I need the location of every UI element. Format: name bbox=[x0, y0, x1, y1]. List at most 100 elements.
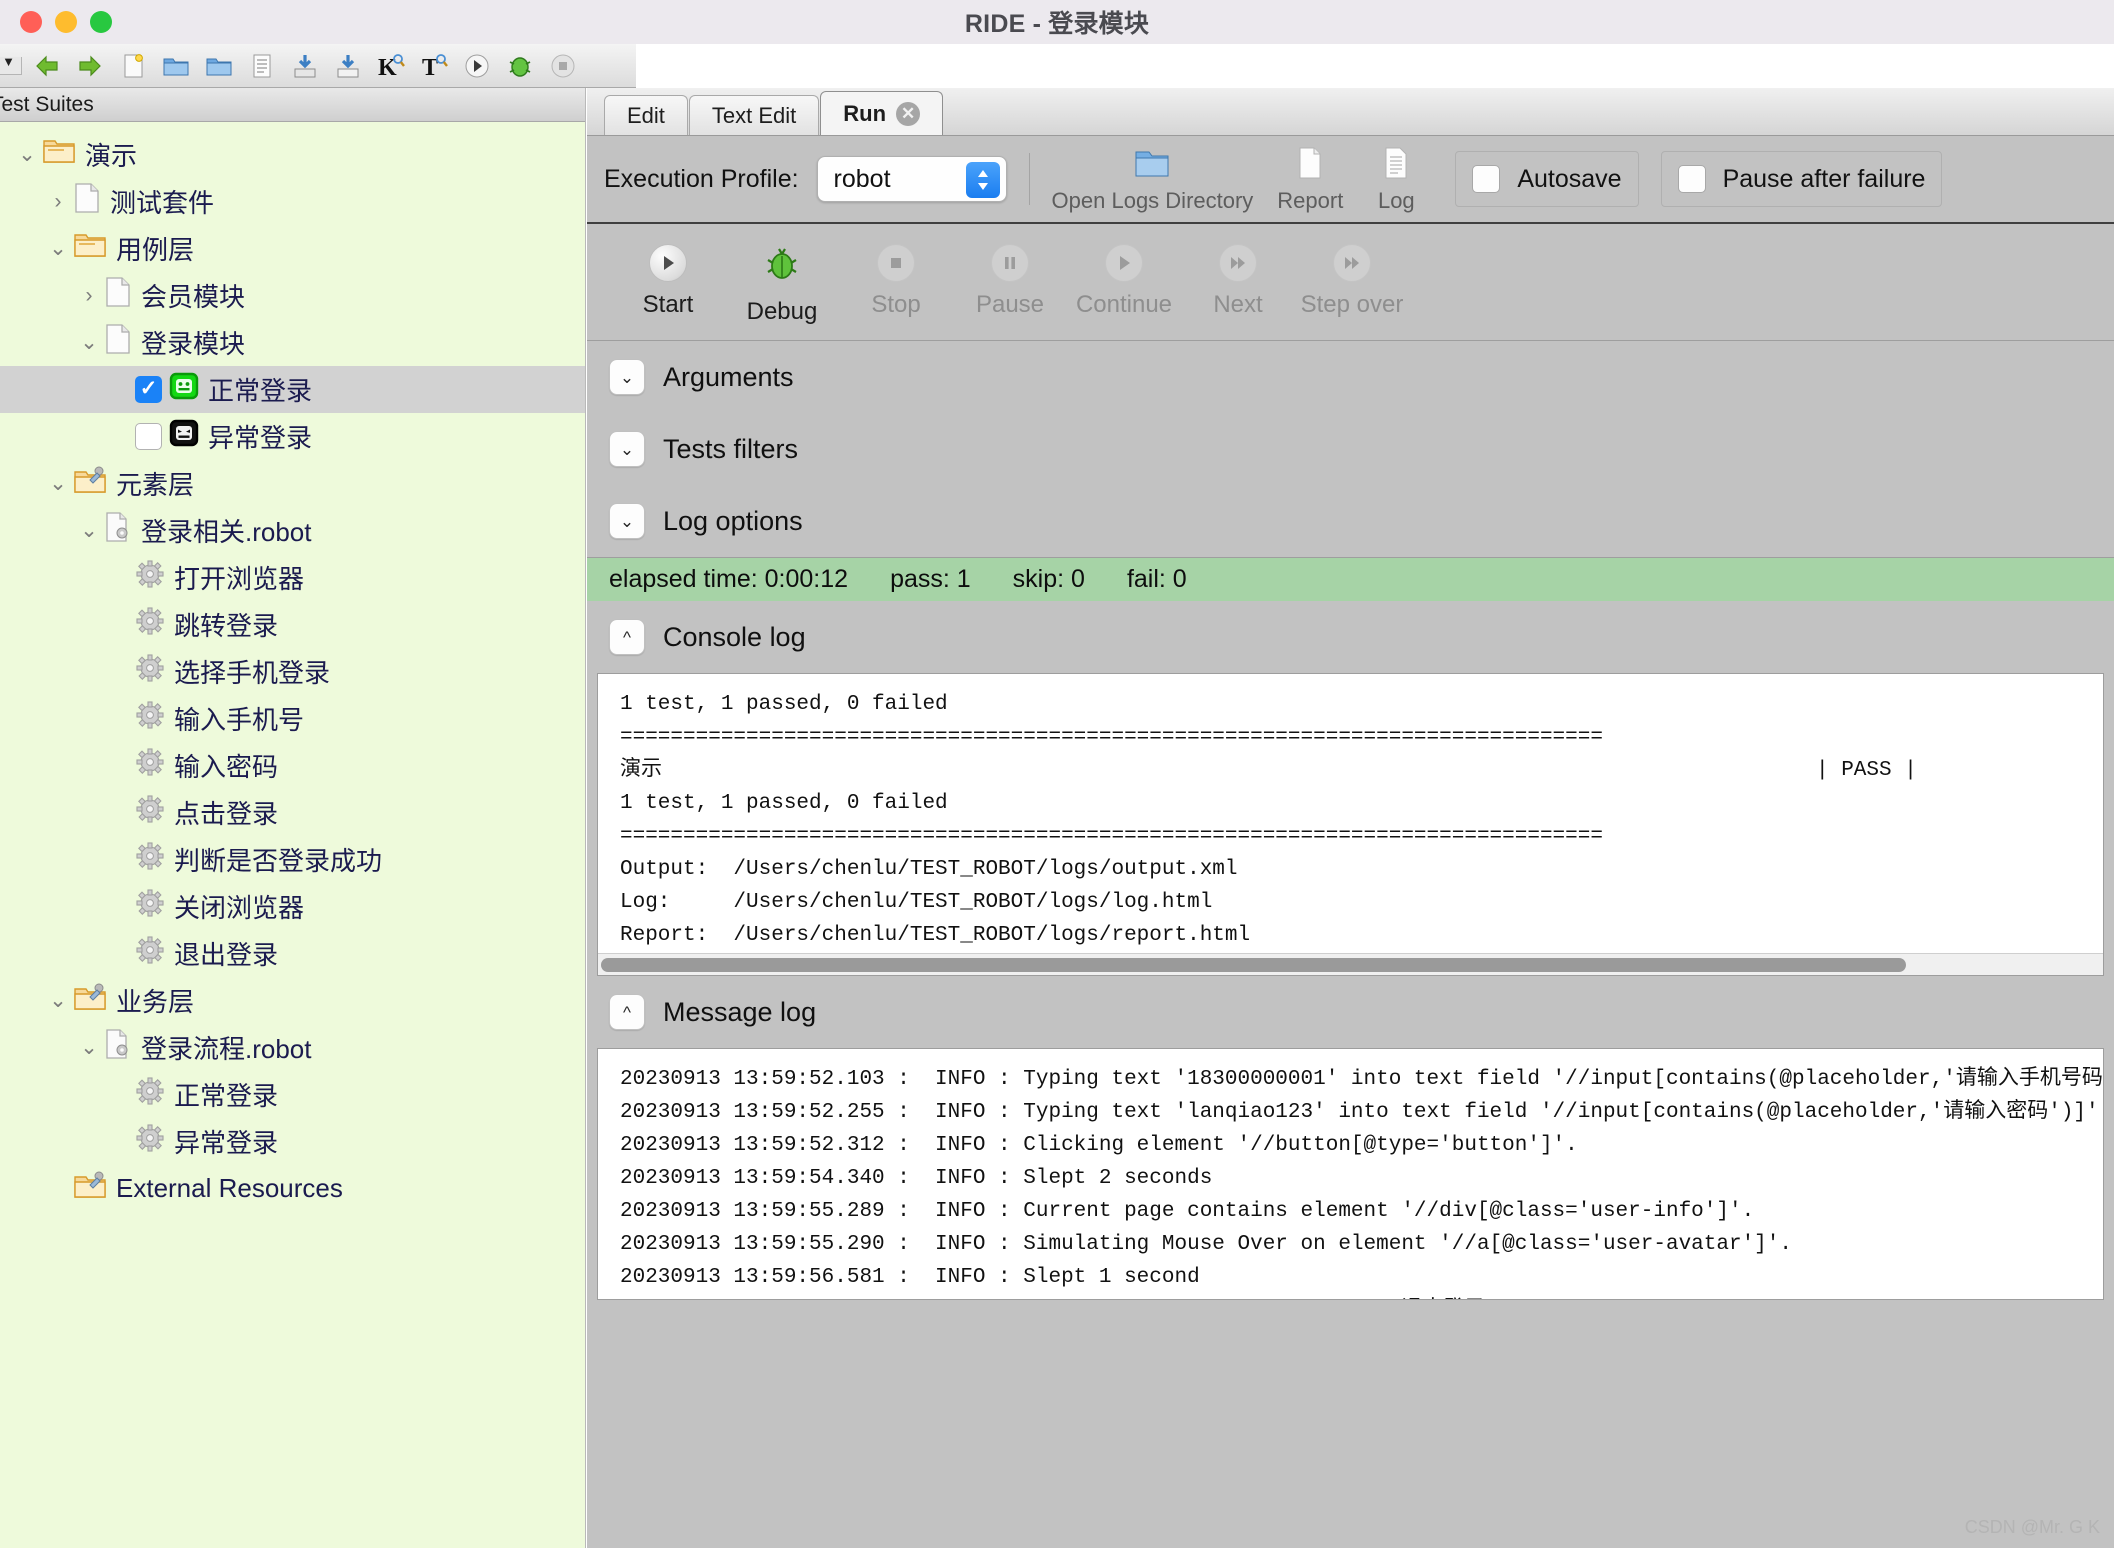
tree-node[interactable]: ·异常登录 bbox=[0, 1118, 585, 1165]
start-button[interactable]: Start bbox=[613, 244, 723, 319]
scrollbar-thumb[interactable] bbox=[601, 958, 1906, 972]
tree-node[interactable]: ·点击登录 bbox=[0, 789, 585, 836]
tree-node[interactable]: ·跳转登录 bbox=[0, 601, 585, 648]
message-log-box[interactable]: 20230913 13:59:52.103 : INFO : Typing te… bbox=[597, 1048, 2104, 1300]
document-icon[interactable] bbox=[247, 51, 277, 81]
search-keyword-icon[interactable]: K bbox=[376, 51, 406, 81]
tree-node[interactable]: ›测试套件 bbox=[0, 178, 585, 225]
debug-button[interactable]: Debug bbox=[727, 244, 837, 326]
resource-file-icon bbox=[104, 1028, 132, 1067]
tab-run[interactable]: Run ✕ bbox=[820, 91, 943, 135]
execution-profile-select[interactable]: robot bbox=[817, 156, 1007, 202]
open-logs-directory-button[interactable]: Open Logs Directory bbox=[1052, 146, 1254, 212]
tree-node[interactable]: ⌄ 登录相关.robot bbox=[0, 507, 585, 554]
chevron-down-icon[interactable]: ⌄ bbox=[12, 144, 42, 165]
forward-arrow-icon[interactable] bbox=[75, 51, 105, 81]
tree-node-label: External Resources bbox=[116, 1173, 343, 1204]
save-all-icon[interactable] bbox=[333, 51, 363, 81]
message-log-line: 20230913 13:59:55.289 : INFO : Current p… bbox=[620, 1195, 2103, 1228]
run-icon[interactable] bbox=[462, 51, 492, 81]
log-button[interactable]: Log bbox=[1353, 146, 1439, 212]
log-options-section-header[interactable]: ⌄Log options bbox=[587, 485, 2114, 557]
console-log-box[interactable]: 1 test, 1 passed, 0 failed==============… bbox=[597, 673, 2104, 976]
execution-controls[interactable]: StartDebugStopPauseContinueNextStep over bbox=[587, 224, 2114, 341]
message-log-section-header[interactable]: ^ Message log bbox=[587, 976, 2114, 1048]
tree-node[interactable]: ·正常登录 bbox=[0, 366, 585, 413]
test-case-checkbox[interactable] bbox=[135, 423, 162, 450]
autosave-checkbox[interactable] bbox=[1472, 165, 1500, 193]
new-file-icon[interactable] bbox=[118, 51, 148, 81]
chevron-up-icon[interactable]: ^ bbox=[609, 619, 645, 655]
message-log-line: 20230913 13:59:52.312 : INFO : Clicking … bbox=[620, 1129, 2103, 1162]
folder-icon bbox=[42, 137, 76, 172]
tests-filters-section-header[interactable]: ⌄Tests filters bbox=[587, 413, 2114, 485]
tab-edit[interactable]: Edit bbox=[604, 95, 688, 135]
tree-node[interactable]: ·选择手机登录 bbox=[0, 648, 585, 695]
chevron-down-icon[interactable]: ⌄ bbox=[609, 431, 645, 467]
file-icon bbox=[104, 276, 132, 315]
chevron-right-icon[interactable]: › bbox=[74, 285, 104, 306]
chevron-updown-icon[interactable] bbox=[966, 162, 1000, 198]
tree-node[interactable]: ⌄演示 bbox=[0, 131, 585, 178]
tree-node[interactable]: ·输入手机号 bbox=[0, 695, 585, 742]
tree-node-label: 异常登录 bbox=[174, 1123, 278, 1160]
keyword-gear-icon bbox=[135, 700, 165, 737]
chevron-up-icon[interactable]: ^ bbox=[609, 994, 645, 1030]
chevron-down-icon[interactable]: ⌄ bbox=[74, 1037, 104, 1058]
chevron-down-icon[interactable]: ⌄ bbox=[609, 359, 645, 395]
tree-node[interactable]: ⌄业务层 bbox=[0, 977, 585, 1024]
tree-node[interactable]: ⌄元素层 bbox=[0, 460, 585, 507]
save-icon[interactable] bbox=[290, 51, 320, 81]
stop-icon[interactable] bbox=[548, 51, 578, 81]
tree-node[interactable]: ·正常登录 bbox=[0, 1071, 585, 1118]
open-dir-icon[interactable] bbox=[204, 51, 234, 81]
arguments-section-header[interactable]: ⌄Arguments bbox=[587, 341, 2114, 413]
chevron-right-icon[interactable]: › bbox=[43, 191, 73, 212]
close-icon[interactable]: ✕ bbox=[896, 102, 920, 126]
tree-node[interactable]: ·输入密码 bbox=[0, 742, 585, 789]
console-log-section-header[interactable]: ^ Console log bbox=[587, 601, 2114, 673]
tree-node[interactable]: ·打开浏览器 bbox=[0, 554, 585, 601]
tab-strip[interactable]: EditText Edit Run ✕ bbox=[587, 88, 2114, 136]
chevron-down-icon[interactable]: ⌄ bbox=[43, 473, 73, 494]
chevron-down-icon[interactable]: ⌄ bbox=[74, 520, 104, 541]
run-options-sections: ⌄Arguments⌄Tests filters⌄Log options bbox=[587, 341, 2114, 557]
tree-node[interactable]: ·关闭浏览器 bbox=[0, 883, 585, 930]
tree-node-label: 异常登录 bbox=[208, 418, 312, 455]
report-button[interactable]: Report bbox=[1267, 146, 1353, 212]
tab-text-edit[interactable]: Text Edit bbox=[689, 95, 819, 135]
back-arrow-icon[interactable] bbox=[32, 51, 62, 81]
report-label: Report bbox=[1277, 190, 1343, 212]
chevron-down-icon[interactable]: ⌄ bbox=[74, 332, 104, 353]
tree-node[interactable]: ⌄登录流程.robot bbox=[0, 1024, 585, 1071]
twisty-spacer: · bbox=[105, 849, 135, 870]
search-test-icon[interactable]: T bbox=[419, 51, 449, 81]
tree-node[interactable]: ·判断是否登录成功 bbox=[0, 836, 585, 883]
pause-after-failure-checkbox-group[interactable]: Pause after failure bbox=[1661, 151, 1943, 207]
test-suites-tree[interactable]: ⌄演示›测试套件⌄用例层›会员模块⌄登录模块·正常登录·异常登录⌄元素层⌄登录相… bbox=[0, 122, 585, 1212]
pause-after-failure-checkbox[interactable] bbox=[1678, 165, 1706, 193]
chevron-down-icon[interactable]: ⌄ bbox=[43, 990, 73, 1011]
pause-icon bbox=[991, 244, 1029, 282]
bug-icon bbox=[762, 244, 802, 289]
tree-node[interactable]: ·异常登录 bbox=[0, 413, 585, 460]
resource-file-icon bbox=[104, 511, 132, 550]
open-folder-icon[interactable] bbox=[161, 51, 191, 81]
toolbar-divider bbox=[1029, 153, 1030, 205]
resource-folder-icon bbox=[73, 465, 107, 502]
chevron-down-icon[interactable]: ⌄ bbox=[43, 238, 73, 259]
tree-node[interactable]: ·退出登录 bbox=[0, 930, 585, 977]
toolbar-overflow-icon[interactable]: ▼ bbox=[0, 57, 22, 75]
tree-node[interactable]: ›会员模块 bbox=[0, 272, 585, 319]
tree-node[interactable]: ·External Resources bbox=[0, 1165, 585, 1212]
debug-icon[interactable] bbox=[505, 51, 535, 81]
test-case-checkbox[interactable] bbox=[135, 376, 162, 403]
console-log-hscrollbar[interactable] bbox=[598, 953, 2103, 975]
tree-node[interactable]: ⌄用例层 bbox=[0, 225, 585, 272]
tab-label: Run bbox=[843, 101, 886, 127]
chevron-down-icon[interactable]: ⌄ bbox=[609, 503, 645, 539]
tree-node[interactable]: ⌄登录模块 bbox=[0, 319, 585, 366]
autosave-checkbox-group[interactable]: Autosave bbox=[1455, 151, 1638, 207]
tree-node-label: 登录相关.robot bbox=[141, 512, 312, 549]
console-log-line: 演示| PASS | bbox=[620, 754, 2103, 787]
